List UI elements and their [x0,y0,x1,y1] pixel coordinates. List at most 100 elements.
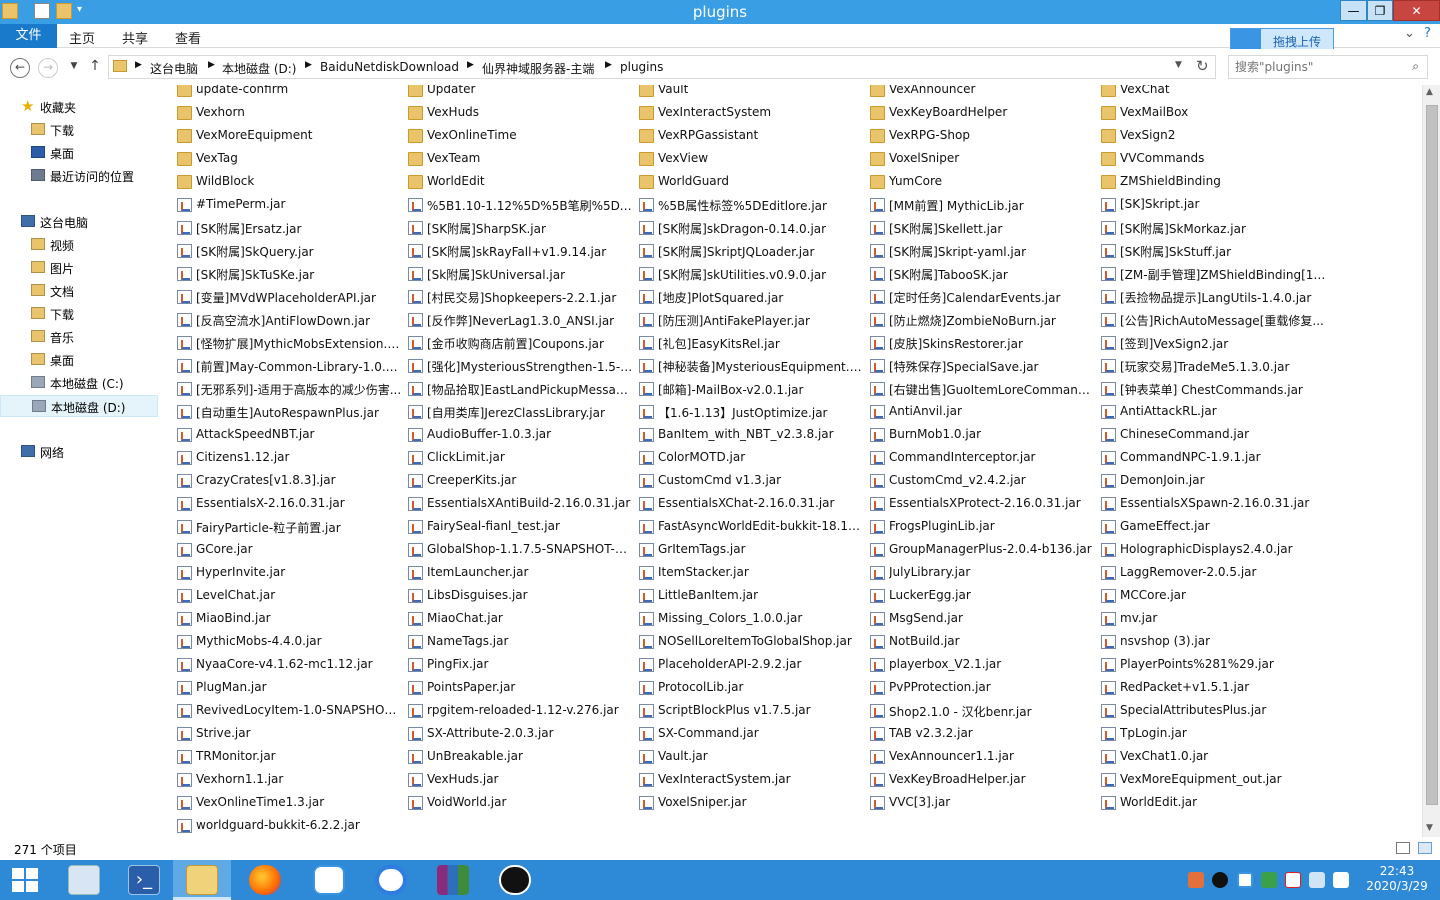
file-item[interactable]: [SK附属]SkriptJQLoader.jar [639,241,864,262]
scroll-thumb[interactable] [1426,105,1438,805]
recent-locations-dropdown[interactable]: ▼ [64,58,84,78]
file-item[interactable]: [反高空流水]AntiFlowDown.jar [177,310,402,331]
file-item[interactable]: [ZM-副手管理]ZMShieldBinding[1.... [1101,264,1326,285]
back-button[interactable]: ← [10,58,30,78]
file-item[interactable]: 【1.6-1.13】JustOptimize.jar [639,402,864,423]
breadcrumb-server-folder[interactable]: 仙界神域服务器-主端 [482,60,594,77]
folder-item[interactable]: VexMailBox [1101,103,1326,124]
file-item[interactable]: UnBreakable.jar [408,747,633,768]
search-icon[interactable]: ⌕ [1412,59,1419,74]
security-icon[interactable] [1261,872,1277,888]
tab-file[interactable]: 文件 [0,24,57,48]
folder-item[interactable]: VexHuds [408,103,633,124]
file-item[interactable]: VexMoreEquipment_out.jar [1101,770,1326,791]
file-item[interactable]: [SK附属]SkTuSKe.jar [177,264,402,285]
help-icon[interactable]: ? [1424,26,1431,41]
file-item[interactable]: [定时任务]CalendarEvents.jar [870,287,1095,308]
winrar-button[interactable] [424,860,482,900]
file-item[interactable]: [自用类库]JerezClassLibrary.jar [408,402,633,423]
file-item[interactable]: EssentialsXChat-2.16.0.31.jar [639,494,864,515]
file-item[interactable]: [金币收购商店前置]Coupons.jar [408,333,633,354]
file-item[interactable]: [SK附属]skUtilities.v0.9.0.jar [639,264,864,285]
large-icons-view-icon[interactable] [1418,842,1432,854]
file-item[interactable]: NameTags.jar [408,632,633,653]
file-item[interactable]: [SK附属]TabooSK.jar [870,264,1095,285]
file-item[interactable]: PlugMan.jar [177,678,402,699]
breadcrumb-baidunetdiskdownload[interactable]: BaiduNetdiskDownload [320,60,459,74]
file-item[interactable]: DemonJoin.jar [1101,471,1326,492]
file-item[interactable]: PingFix.jar [408,655,633,676]
file-item[interactable]: [右键出售]GuoItemLoreCommand... [870,379,1095,400]
file-item[interactable]: TAB v2.3.2.jar [870,724,1095,745]
file-item[interactable]: EssentialsXProtect-2.16.0.31.jar [870,494,1095,515]
file-item[interactable]: LibsDisguises.jar [408,586,633,607]
file-item[interactable]: GameEffect.jar [1101,517,1326,538]
file-item[interactable]: LittleBanItem.jar [639,586,864,607]
folder-item[interactable]: VexTag [177,149,402,170]
folder-item[interactable]: VexSign2 [1101,126,1326,147]
file-item[interactable]: Shop2.1.0 - 汉化benr.jar [870,701,1095,722]
file-item[interactable]: VexAnnouncer1.1.jar [870,747,1095,768]
file-item[interactable]: [皮肤]SkinsRestorer.jar [870,333,1095,354]
file-item[interactable]: [SK附属]SkStuff.jar [1101,241,1326,262]
folder-item[interactable]: VexAnnouncer [870,85,1095,101]
clock[interactable]: 22:43 2020/3/29 [1357,864,1437,894]
file-item[interactable]: CreeperKits.jar [408,471,633,492]
nav-item[interactable]: 本地磁盘 (D:) [0,395,158,417]
file-item[interactable]: ChineseCommand.jar [1101,425,1326,446]
nav-item[interactable]: 视频 [0,234,158,256]
folder-item[interactable]: WorldGuard [639,172,864,193]
sogou-button[interactable] [362,860,420,900]
file-item[interactable]: [地皮]PlotSquared.jar [639,287,864,308]
folder-item[interactable]: VexView [639,149,864,170]
file-item[interactable]: [SK附属]skRayFall+v1.9.14.jar [408,241,633,262]
file-item[interactable]: TRMonitor.jar [177,747,402,768]
folder-item[interactable]: VexInteractSystem [639,103,864,124]
file-item[interactable]: [SK附属]Skript-yaml.jar [870,241,1095,262]
file-item[interactable]: nsvshop (3).jar [1101,632,1326,653]
folder-item[interactable]: VoxelSniper [870,149,1095,170]
file-item[interactable]: %5B属性标签%5DEditlore.jar [639,195,864,216]
file-item[interactable]: MCCore.jar [1101,586,1326,607]
file-item[interactable]: LevelChat.jar [177,586,402,607]
file-item[interactable]: EssentialsXAntiBuild-2.16.0.31.jar [408,494,633,515]
file-item[interactable]: [物品拾取]EastLandPickupMessag... [408,379,633,400]
server-manager-button[interactable] [55,860,113,900]
file-item[interactable]: RevivedLocyItem-1.0-SNAPSHOT.... [177,701,402,722]
folder-item[interactable]: ZMShieldBinding [1101,172,1326,193]
volume-muted-icon[interactable] [1285,872,1301,888]
chevron-right-icon[interactable]: ▶ [305,60,312,70]
file-item[interactable]: [怪物扩展]MythicMobsExtension.jar [177,333,402,354]
file-item[interactable]: NotBuild.jar [870,632,1095,653]
file-item[interactable]: mv.jar [1101,609,1326,630]
file-item[interactable]: GlobalShop-1.1.7.5-SNAPSHOT-o... [408,540,633,561]
nav-item[interactable]: 文档 [0,280,158,302]
folder-item[interactable]: YumCore [870,172,1095,193]
file-item[interactable]: MsgSend.jar [870,609,1095,630]
folder-item[interactable]: VexRPG-Shop [870,126,1095,147]
file-item[interactable]: VexHuds.jar [408,770,633,791]
file-item[interactable]: VexChat1.0.jar [1101,747,1326,768]
file-item[interactable]: Citizens1.12.jar [177,448,402,469]
chevron-right-icon[interactable]: ▶ [605,60,612,70]
search-input[interactable] [1235,59,1405,75]
file-item[interactable]: ClickLimit.jar [408,448,633,469]
tab-view[interactable]: 查看 [175,28,201,47]
up-button[interactable]: ↑ [85,58,105,78]
file-item[interactable]: [SK附属]SkMorkaz.jar [1101,218,1326,239]
file-item[interactable]: Missing_Colors_1.0.0.jar [639,609,864,630]
nav-item[interactable]: 桌面 [0,142,158,164]
file-item[interactable]: FairySeal-fianl_test.jar [408,517,633,538]
address-history-dropdown[interactable]: ▼ [1175,60,1182,70]
maximize-button[interactable]: ❐ [1367,0,1393,21]
file-item[interactable]: CustomCmd v1.3.jar [639,471,864,492]
file-item[interactable]: JulyLibrary.jar [870,563,1095,584]
file-item[interactable]: PlaceholderAPI-2.9.2.jar [639,655,864,676]
file-item[interactable]: [特殊保存]SpecialSave.jar [870,356,1095,377]
folder-item[interactable]: VexRPGassistant [639,126,864,147]
folder-item[interactable]: Vexhorn [177,103,402,124]
file-item[interactable]: [Sk附属]SkUniversal.jar [408,264,633,285]
scroll-down-arrow[interactable]: ▼ [1426,823,1433,833]
game-launcher-button[interactable] [486,860,544,900]
file-item[interactable]: MythicMobs-4.4.0.jar [177,632,402,653]
